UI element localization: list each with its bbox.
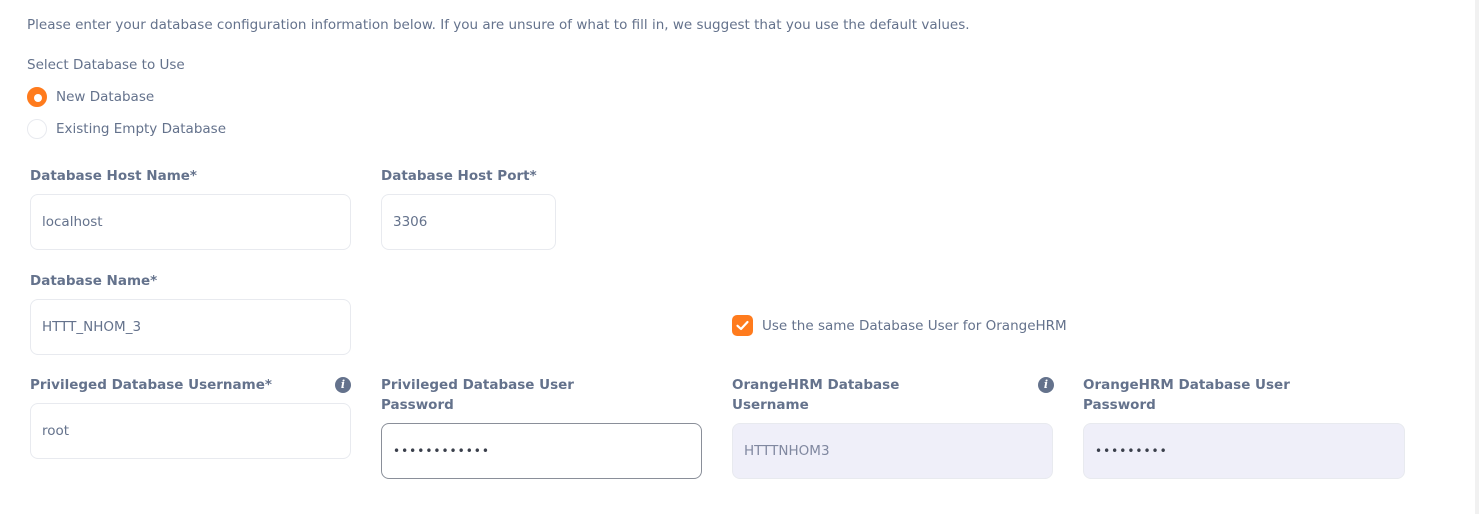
radio-button-checked[interactable] <box>27 87 47 107</box>
info-icon[interactable]: i <box>335 377 351 393</box>
privileged-password-input[interactable]: •••••••••••• <box>381 423 702 479</box>
privileged-username-label: Privileged Database Username* <box>30 377 272 393</box>
info-icon[interactable]: i <box>1038 377 1054 393</box>
privileged-password-label-line2: Password <box>381 397 454 413</box>
scrollbar[interactable] <box>1475 0 1479 514</box>
database-name-input[interactable]: HTTT_NHOM_3 <box>30 299 351 355</box>
radio-label-existing-empty-database: Existing Empty Database <box>56 121 227 137</box>
radio-existing-empty-database[interactable]: Existing Empty Database <box>27 119 226 139</box>
host-port-label: Database Host Port* <box>381 168 537 184</box>
host-name-label: Database Host Name* <box>30 168 197 184</box>
check-icon <box>736 320 749 331</box>
same-user-checkbox-row[interactable]: Use the same Database User for OrangeHRM <box>732 315 1067 336</box>
host-name-input[interactable]: localhost <box>30 194 351 250</box>
host-port-input[interactable]: 3306 <box>381 194 556 250</box>
database-name-label: Database Name* <box>30 273 158 289</box>
orangehrm-password-label-line2: Password <box>1083 397 1156 413</box>
orangehrm-username-label-line2: Username <box>732 397 809 413</box>
privileged-username-input[interactable]: root <box>30 403 351 459</box>
same-user-checkbox-label: Use the same Database User for OrangeHRM <box>762 317 1067 334</box>
privileged-password-label-line1: Privileged Database User <box>381 377 574 393</box>
radio-button-unchecked[interactable] <box>27 119 47 139</box>
orangehrm-username-input[interactable]: HTTTNHOM3 <box>732 423 1053 479</box>
same-user-checkbox[interactable] <box>732 315 753 336</box>
orangehrm-password-input[interactable]: ••••••••• <box>1083 423 1405 479</box>
intro-text: Please enter your database configuration… <box>27 17 970 33</box>
radio-label-new-database: New Database <box>56 89 155 105</box>
orangehrm-password-label-line1: OrangeHRM Database User <box>1083 377 1290 393</box>
orangehrm-username-label-line1: OrangeHRM Database <box>732 377 900 393</box>
select-database-label: Select Database to Use <box>27 57 185 73</box>
radio-new-database[interactable]: New Database <box>27 87 154 107</box>
